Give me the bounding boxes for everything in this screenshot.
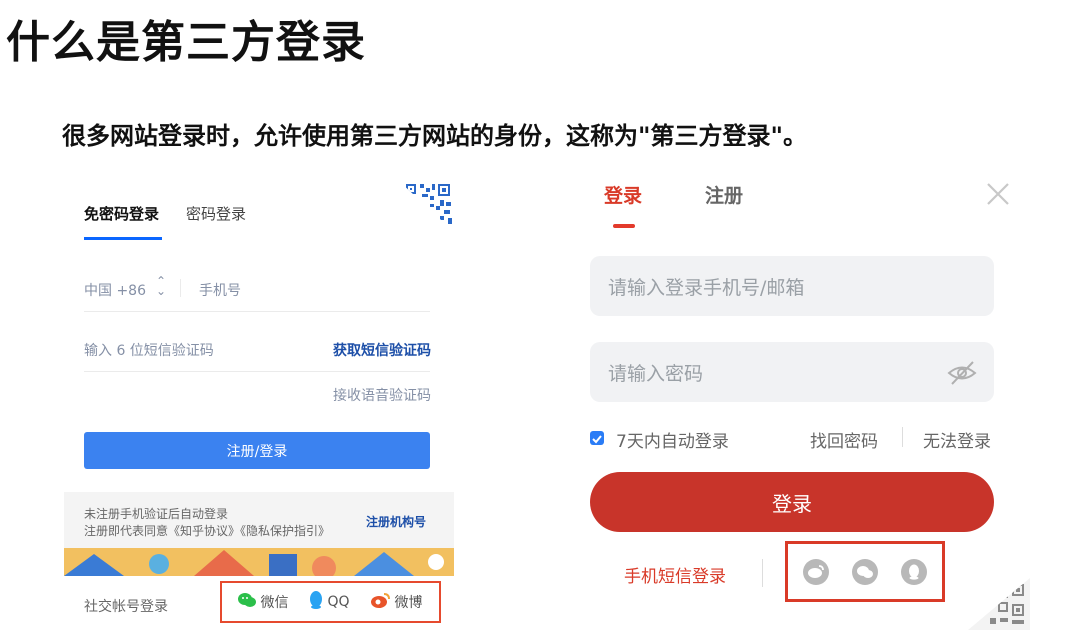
org-register-link[interactable]: 注册机构号 (366, 513, 426, 530)
login-button[interactable]: 登录 (590, 472, 994, 532)
qq-label: QQ (327, 594, 350, 610)
slide-subtitle: 很多网站登录时，允许使用第三方网站的身份，这称为"第三方登录"。 (62, 122, 808, 150)
chevron-updown-icon: ⌃ ⌄ (156, 274, 167, 298)
country-code-select[interactable]: 中国 +86 (84, 280, 146, 300)
slide-title: 什么是第三方登录 (6, 17, 366, 68)
decorative-banner (64, 548, 454, 576)
sms-login-link[interactable]: 手机短信登录 (624, 562, 726, 587)
qq-login-button[interactable]: QQ (309, 591, 350, 613)
phone-row-underline (84, 311, 430, 312)
qr-login-corner-icon[interactable] (400, 182, 454, 232)
phone-input[interactable]: 手机号 (199, 280, 241, 300)
cannot-login-link[interactable]: 无法登录 (923, 427, 991, 452)
wechat-icon[interactable] (851, 558, 878, 585)
account-placeholder: 请输入登录手机号/邮箱 (608, 276, 805, 299)
sms-code-input[interactable]: 输入 6 位短信验证码 (84, 340, 214, 360)
active-tab-indicator (613, 224, 635, 228)
tab-login[interactable]: 登录 (604, 181, 642, 208)
social-login-highlight: 微信 QQ 微博 (220, 581, 441, 623)
qr-login-corner-icon[interactable] (968, 578, 1030, 630)
notice-line-1: 未注册手机验证后自动登录 (84, 507, 229, 521)
eye-hidden-icon[interactable] (946, 357, 978, 389)
weibo-login-button[interactable]: 微博 (370, 592, 423, 612)
social-divider (762, 559, 763, 587)
password-input[interactable]: 请输入密码 (590, 342, 994, 402)
close-icon[interactable] (984, 180, 1012, 208)
tab-register[interactable]: 注册 (705, 181, 743, 208)
wechat-icon (238, 592, 257, 612)
social-login-label: 社交帐号登录 (84, 599, 168, 615)
social-icons-highlight (785, 541, 945, 602)
weibo-icon (370, 592, 391, 612)
qq-icon[interactable] (900, 558, 927, 585)
notice-line-2: 注册即代表同意《知乎协议》《隐私保护指引》 (84, 524, 331, 538)
qq-icon (309, 591, 323, 613)
remember-label: 7天内自动登录 (616, 432, 729, 452)
country-divider (180, 279, 181, 297)
get-sms-code-link[interactable]: 获取短信验证码 (333, 340, 431, 360)
account-input[interactable]: 请输入登录手机号/邮箱 (590, 256, 994, 316)
code-row-underline (84, 371, 430, 372)
wechat-login-button[interactable]: 微信 (238, 592, 288, 612)
weibo-icon[interactable] (803, 558, 830, 585)
link-divider (902, 427, 903, 447)
forgot-password-link[interactable]: 找回密码 (810, 427, 878, 452)
weibo-label: 微博 (394, 595, 423, 611)
remember-checkbox[interactable] (590, 431, 604, 445)
agreement-notice: 未注册手机验证后自动登录 注册即代表同意《知乎协议》《隐私保护指引》 注册机构号 (64, 492, 454, 548)
password-placeholder: 请输入密码 (608, 362, 704, 385)
voice-code-link[interactable]: 接收语音验证码 (333, 385, 431, 405)
register-login-button[interactable]: 注册/登录 (84, 432, 430, 469)
active-tab-underline (84, 237, 162, 240)
tab-passwordless-login[interactable]: 免密码登录 (84, 203, 159, 224)
tab-password-login[interactable]: 密码登录 (186, 203, 246, 224)
wechat-label: 微信 (260, 595, 289, 611)
